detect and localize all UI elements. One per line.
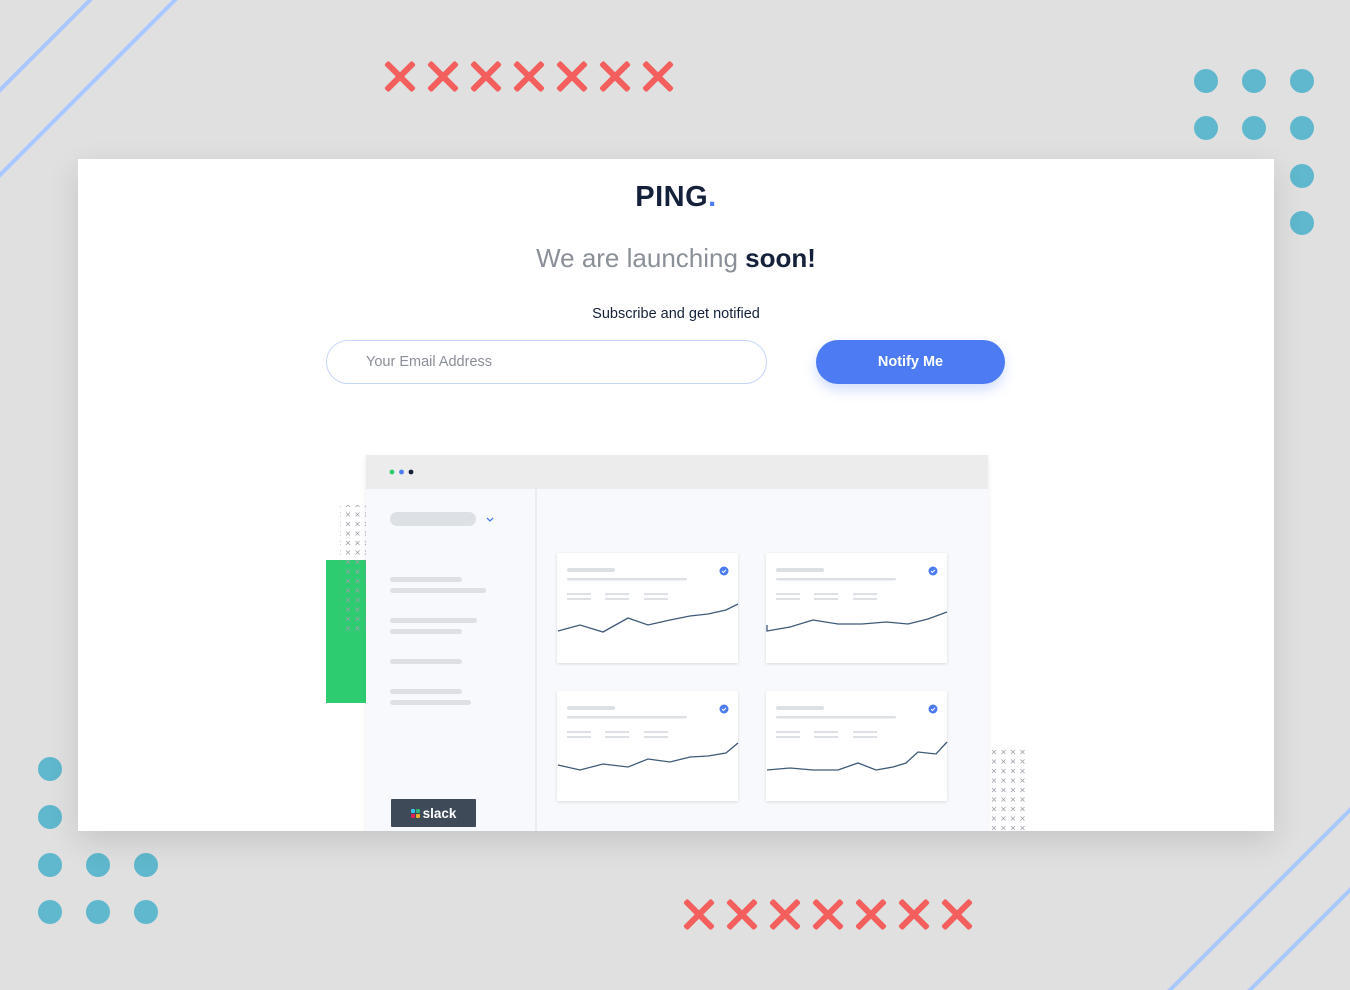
x-pattern-right [988,745,1028,831]
slack-label: slack [422,805,457,821]
window-titlebar [366,455,988,489]
notify-me-button[interactable]: Notify Me [816,340,1005,384]
brand-name: PING [635,181,709,213]
dashboard-card-3 [557,691,739,801]
green-accent-block [326,560,370,703]
sidebar-dropdown [390,512,476,526]
window-dot-blue [399,469,404,475]
page-headline: We are launching soon! [78,243,1274,274]
x-pattern-left [340,505,369,635]
email-input[interactable] [326,340,767,384]
dashboard-card-2 [766,553,948,663]
landing-card: PING. We are launching soon! Subscribe a… [78,159,1274,831]
decorative-cross-row-bottom [682,898,973,931]
brand-logo: PING. [78,181,1274,214]
sidebar [366,489,536,831]
window-dot-dark [408,469,414,475]
chevron-down-icon [486,517,494,522]
brand-dot: . [708,181,717,213]
headline-emphasis: soon! [745,243,816,273]
app-window [366,455,988,831]
slack-badge: slack [391,799,476,827]
subscribe-subtitle: Subscribe and get notified [592,306,760,322]
window-dot-green [389,469,395,475]
decorative-cross-row-top [383,60,674,93]
dashboard-card-4 [766,691,948,801]
slack-icon [410,808,420,818]
headline-lead: We are launching [536,243,746,273]
dashboard-card-1 [557,553,739,663]
page: PING. We are launching soon! Subscribe a… [0,0,1350,990]
